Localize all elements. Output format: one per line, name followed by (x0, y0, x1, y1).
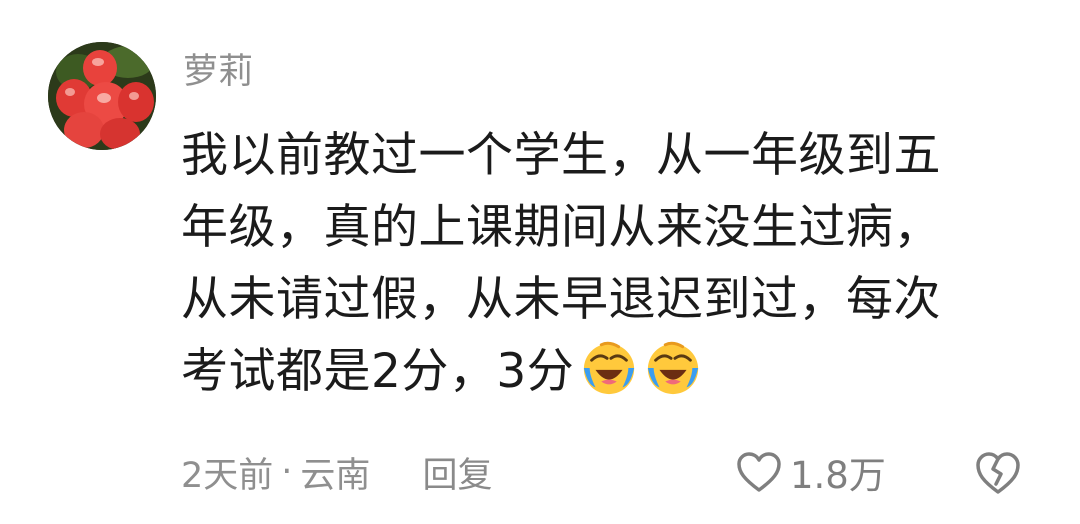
rose-apple-avatar-image (48, 42, 156, 150)
location: 云南 (300, 455, 371, 496)
comment-line-last: 考试都是2分，3分 (181, 336, 1041, 408)
like-button[interactable]: 1.8万 (736, 448, 886, 497)
reply-button[interactable]: 回复 (422, 447, 492, 498)
timestamp: 2天前 (181, 455, 274, 496)
comment-meta: 2天前 · 云南 回复 (181, 448, 492, 496)
comment-line: 我以前教过一个学生，从一年级到五 (181, 128, 941, 183)
broken-heart-icon[interactable] (974, 450, 1022, 496)
comment-line: 从未请过假，从未早退迟到过，每次 (181, 272, 941, 327)
username[interactable]: 萝莉 (183, 50, 253, 94)
laughing-crying-emoji-icon (648, 341, 699, 395)
separator-dot: · (281, 452, 293, 492)
heart-outline-icon (737, 452, 781, 492)
laughing-crying-emoji-icon (584, 341, 635, 395)
comment-text: 我以前教过一个学生，从一年级到五 年级，真的上课期间从来没生过病， 从未请过假，… (181, 120, 1041, 408)
like-count: 1.8万 (790, 454, 886, 497)
avatar[interactable] (48, 42, 156, 150)
comment-line-text: 考试都是2分，3分 (181, 344, 575, 399)
comment-line: 年级，真的上课期间从来没生过病， (181, 200, 941, 255)
